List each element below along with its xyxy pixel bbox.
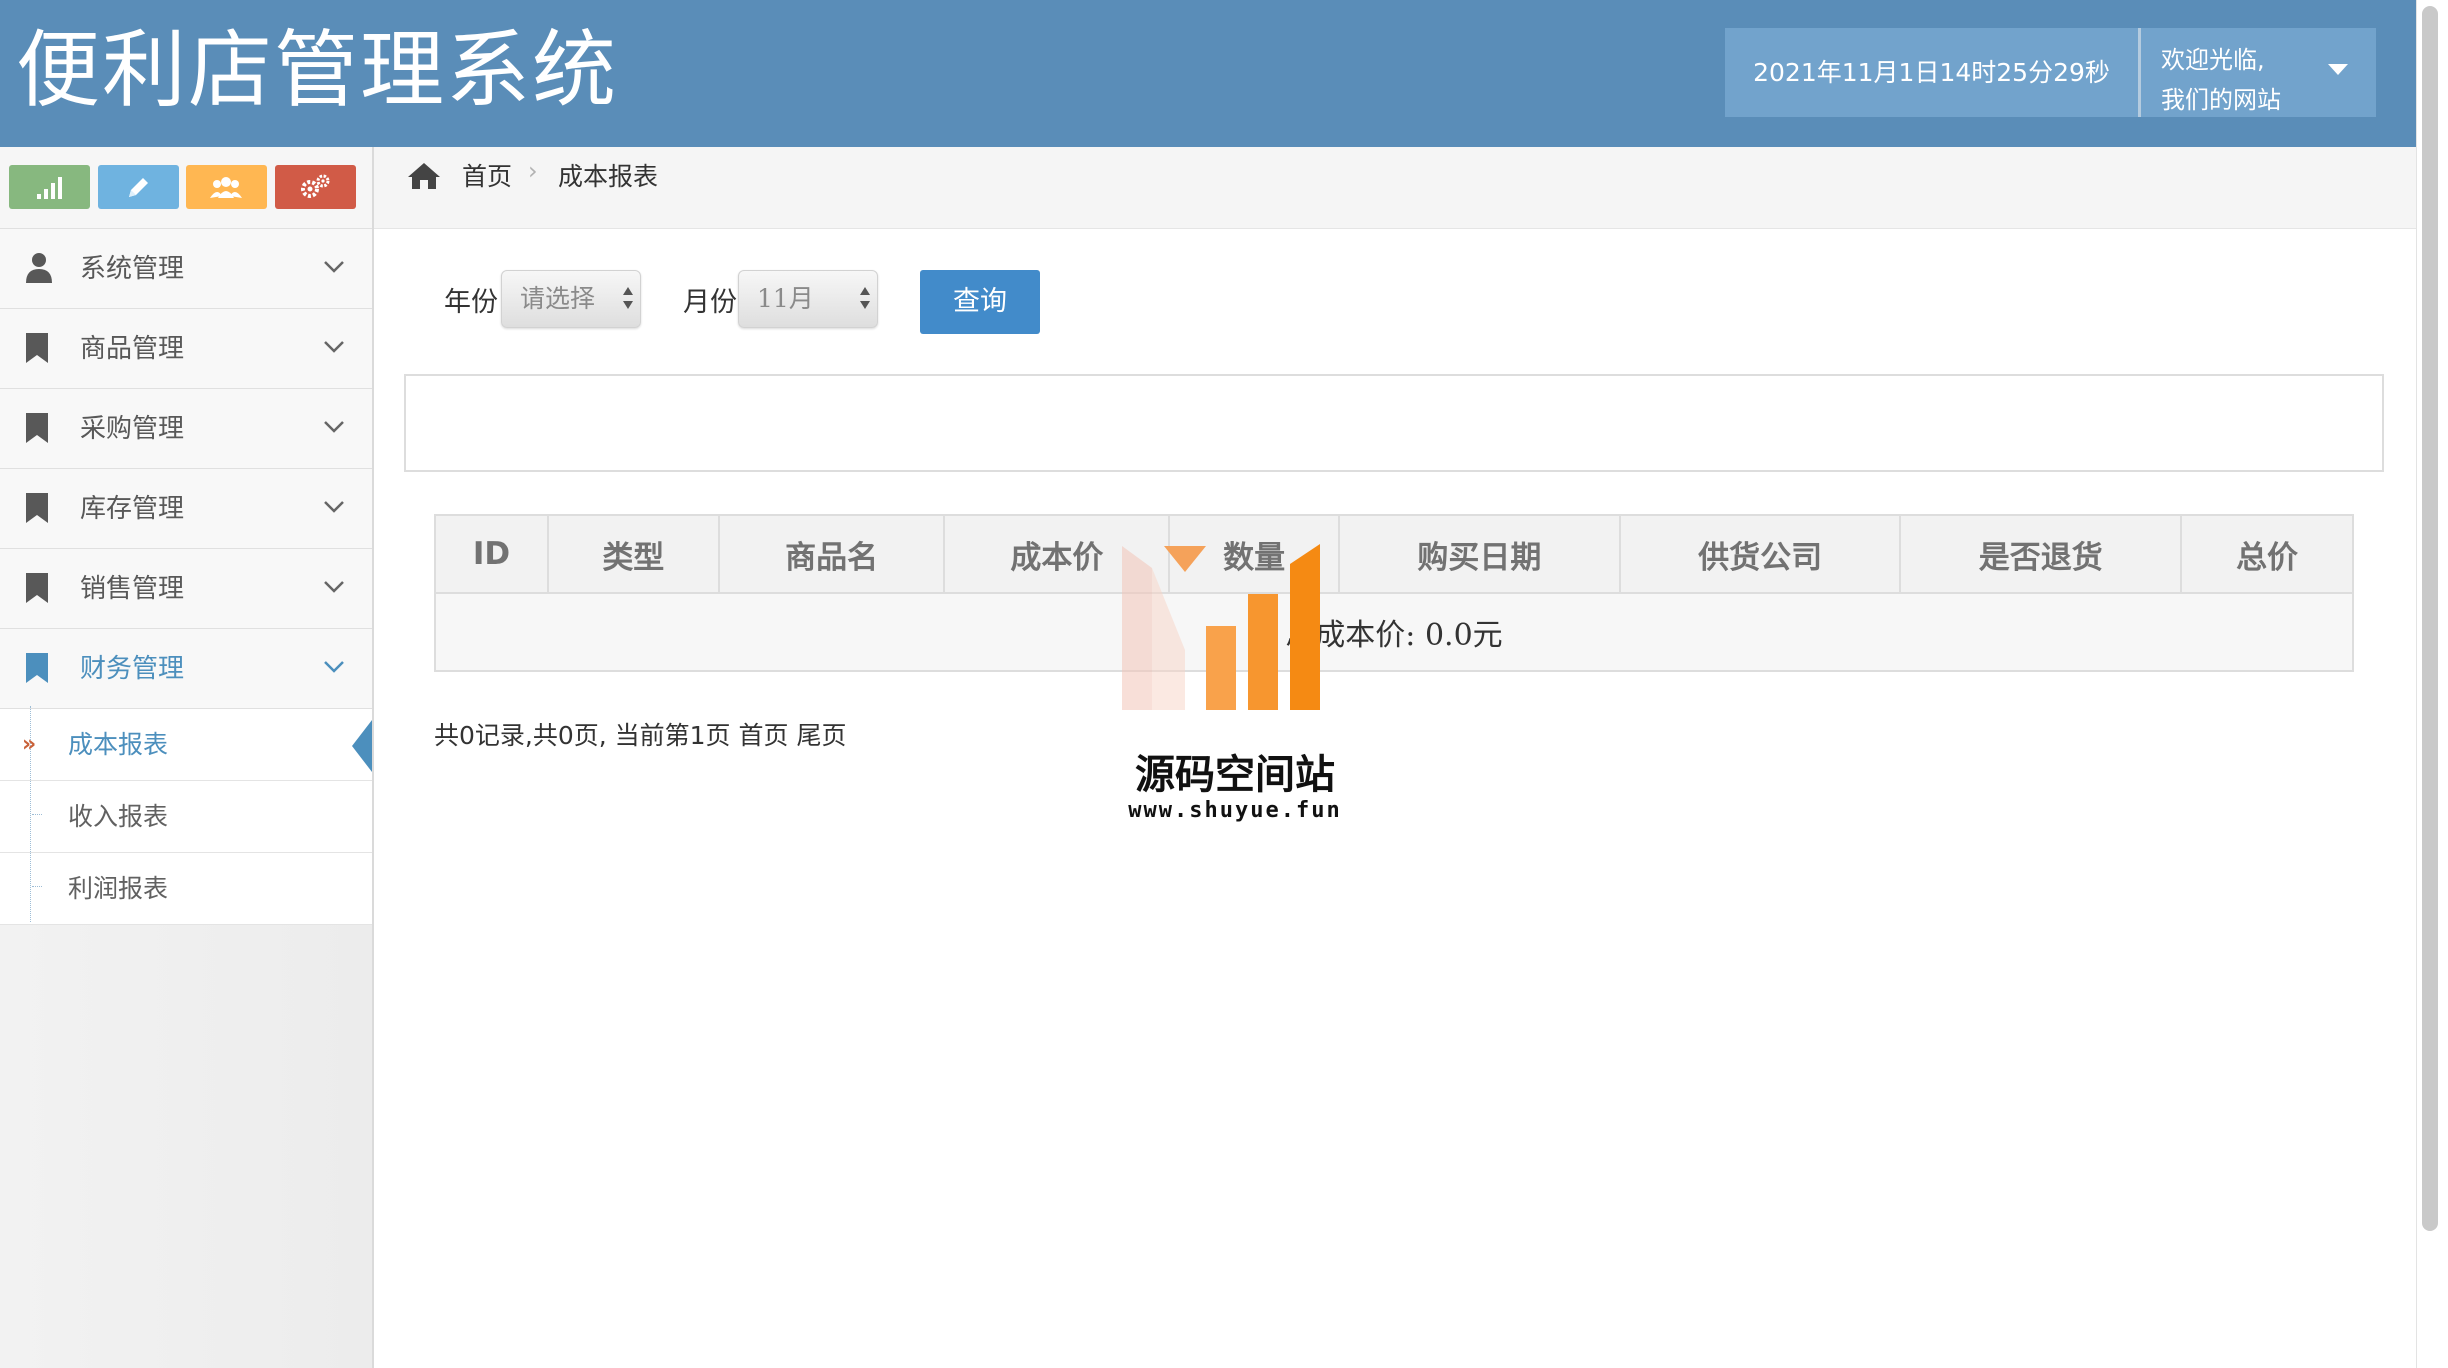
chart-icon: [37, 177, 62, 199]
column-header: 供货公司: [1618, 514, 1902, 594]
submenu-item-label: 成本报表: [68, 730, 169, 759]
pagination-info: 共0记录,共0页, 当前第1页 首页 尾页: [434, 721, 847, 750]
query-button[interactable]: 查询: [920, 270, 1040, 334]
month-label: 月份: [683, 287, 737, 318]
column-header: 商品名: [717, 514, 946, 594]
sidebar-item-label: 库存管理: [80, 494, 185, 524]
column-header: 总价: [2180, 514, 2354, 594]
month-select-value: 11月: [757, 284, 814, 313]
submenu-tree-dash: [32, 814, 42, 815]
sidebar-item-system[interactable]: 系统管理: [0, 229, 372, 309]
chevron-down-icon: [324, 421, 344, 433]
bookmark-icon: [26, 573, 48, 603]
breadcrumb-home-link[interactable]: 首页: [462, 157, 512, 193]
shortcut-gears-button[interactable]: [275, 165, 356, 209]
submenu-tree-dash: [32, 886, 42, 887]
chevron-down-icon: [324, 501, 344, 513]
column-header: 是否退货: [1899, 514, 2183, 594]
chevron-down-icon: [324, 581, 344, 593]
caret-down-icon[interactable]: [2328, 64, 2348, 75]
sidebar-item-label: 系统管理: [80, 254, 185, 284]
scrollbar-thumb[interactable]: [2422, 6, 2438, 1231]
home-icon[interactable]: [406, 161, 442, 191]
watermark-name: 源码空间站: [1135, 752, 1335, 798]
double-chevron-right-icon: »: [22, 732, 37, 757]
sidebar-item-label: 采购管理: [80, 414, 185, 444]
info-panel: [404, 374, 2384, 472]
shortcut-users-button[interactable]: [186, 165, 267, 209]
sidebar-item-inventory[interactable]: 库存管理: [0, 469, 372, 549]
user-icon: [26, 253, 52, 283]
sidebar: 系统管理 商品管理 采购管理 库存管理 销售管理 财务管理 成本报表 收入报表 …: [0, 147, 374, 1368]
bookmark-icon: [26, 653, 48, 683]
cost-report-table: ID 类型 商品名 成本价 数量 购买日期 供货公司 是否退货 总价 总成本价:…: [434, 514, 2354, 672]
month-select[interactable]: 11月: [738, 270, 878, 328]
chevron-down-icon: [324, 261, 344, 273]
shortcut-pencil-button[interactable]: [98, 165, 179, 209]
datetime-display: 2021年11月1日14时25分29秒: [1725, 28, 2138, 117]
sidebar-item-sales[interactable]: 销售管理: [0, 549, 372, 629]
gears-icon: [301, 174, 330, 198]
watermark-url: www.shuyue.fun: [1128, 798, 1342, 823]
app-title: 便利店管理系统: [16, 21, 619, 119]
sidebar-item-label: 财务管理: [80, 654, 185, 684]
submenu-item-profit-report[interactable]: 利润报表: [0, 853, 372, 925]
sidebar-item-purchase[interactable]: 采购管理: [0, 389, 372, 469]
breadcrumb-current: 成本报表: [558, 162, 659, 191]
year-label: 年份: [444, 287, 498, 318]
bookmark-icon: [26, 493, 48, 523]
column-header: 类型: [546, 514, 720, 594]
sidebar-item-label: 销售管理: [80, 574, 185, 604]
submenu-item-income-report[interactable]: 收入报表: [0, 781, 372, 853]
sidebar-item-finance[interactable]: 财务管理: [0, 629, 372, 709]
sidebar-item-label: 商品管理: [80, 334, 185, 364]
chevron-down-icon: [324, 661, 344, 673]
pencil-icon: [129, 178, 148, 197]
top-header: 便利店管理系统 2021年11月1日14时25分29秒 欢迎光临, 我们的网站: [0, 0, 2416, 147]
table-row: 总成本价: 0.0元: [434, 592, 2354, 672]
bookmark-icon: [26, 333, 48, 363]
users-icon: [210, 177, 242, 198]
shortcut-bar: [0, 147, 372, 229]
bookmark-icon: [26, 413, 48, 443]
column-header: ID: [434, 514, 549, 594]
sidebar-item-products[interactable]: 商品管理: [0, 309, 372, 389]
site-name-text: 我们的网站: [2161, 86, 2281, 114]
column-header: 购买日期: [1338, 514, 1621, 594]
chevron-down-icon: [324, 341, 344, 353]
submenu-item-cost-report[interactable]: 成本报表: [0, 709, 372, 781]
submenu-item-label: 收入报表: [68, 802, 169, 831]
year-select[interactable]: 请选择: [501, 270, 641, 328]
total-cost-summary: 总成本价: 0.0元: [434, 592, 2354, 672]
year-select-value: 请选择: [520, 284, 596, 313]
breadcrumb-separator-icon: ›: [528, 157, 538, 185]
breadcrumb: 首页 › 成本报表: [374, 147, 2416, 229]
submenu-item-label: 利润报表: [68, 874, 169, 903]
active-indicator-caret: [352, 720, 372, 772]
shortcut-chart-button[interactable]: [9, 165, 90, 209]
table-header-row: ID 类型 商品名 成本价 数量 购买日期 供货公司 是否退货 总价: [434, 514, 2354, 594]
